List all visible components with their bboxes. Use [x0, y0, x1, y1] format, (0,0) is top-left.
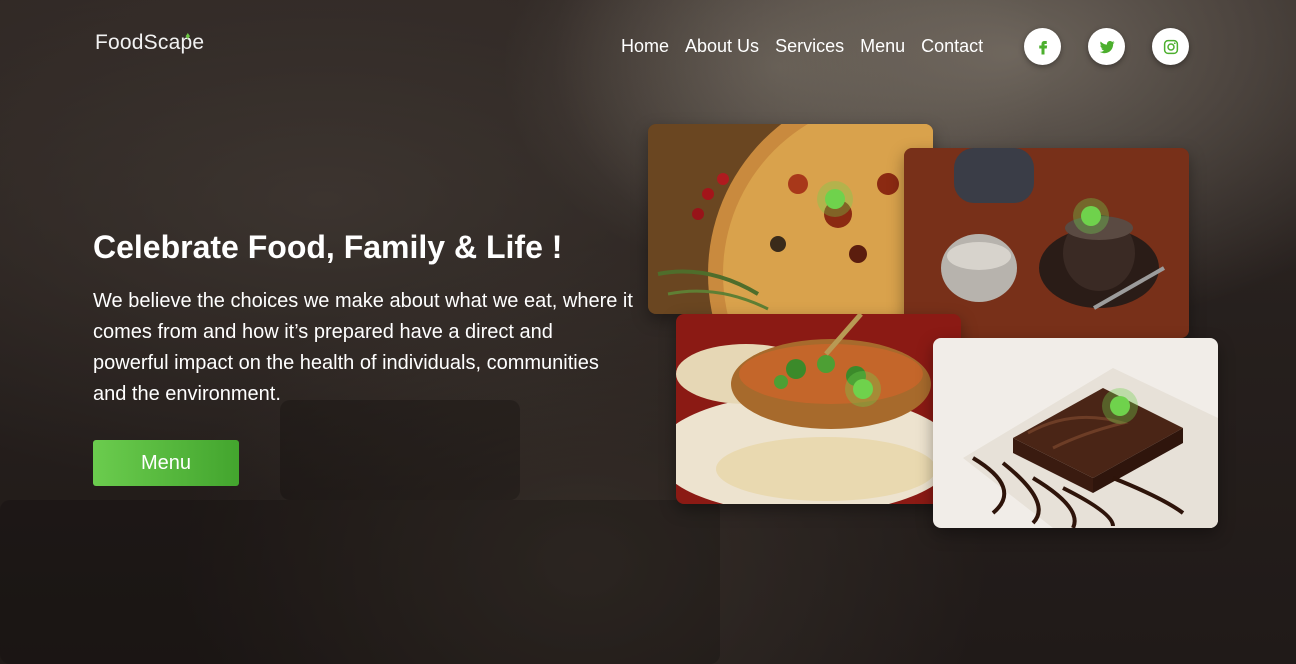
nav-about-us[interactable]: About Us [685, 36, 759, 57]
hero-title: Celebrate Food, Family & Life ! [93, 229, 563, 265]
hero-description: We believe the choices we make about wha… [93, 290, 633, 405]
social-links [1024, 28, 1189, 65]
facebook-link[interactable] [1024, 28, 1061, 65]
nav-home[interactable]: Home [621, 36, 669, 57]
facebook-icon [1038, 40, 1047, 54]
main-nav: Home About Us Services Menu Contact [621, 36, 999, 57]
leaf-icon: ♦ [185, 31, 191, 42]
curry-hotspot[interactable] [853, 379, 873, 399]
menu-button[interactable]: Menu [93, 440, 239, 486]
chocolate-cake-image[interactable] [933, 338, 1218, 528]
instagram-link[interactable] [1152, 28, 1189, 65]
twitter-icon [1099, 40, 1115, 53]
chocolate-cake-hotspot[interactable] [1110, 396, 1130, 416]
logo[interactable]: FoodScape♦ [95, 31, 210, 55]
tea-hotspot[interactable] [1081, 206, 1101, 226]
nav-contact[interactable]: Contact [921, 36, 983, 57]
pizza-hotspot[interactable] [825, 189, 845, 209]
instagram-icon [1163, 39, 1178, 54]
tea-image[interactable] [904, 148, 1189, 338]
curry-image[interactable] [676, 314, 961, 504]
nav-services[interactable]: Services [775, 36, 844, 57]
pizza-image[interactable] [648, 124, 933, 314]
twitter-link[interactable] [1088, 28, 1125, 65]
nav-menu[interactable]: Menu [860, 36, 905, 57]
